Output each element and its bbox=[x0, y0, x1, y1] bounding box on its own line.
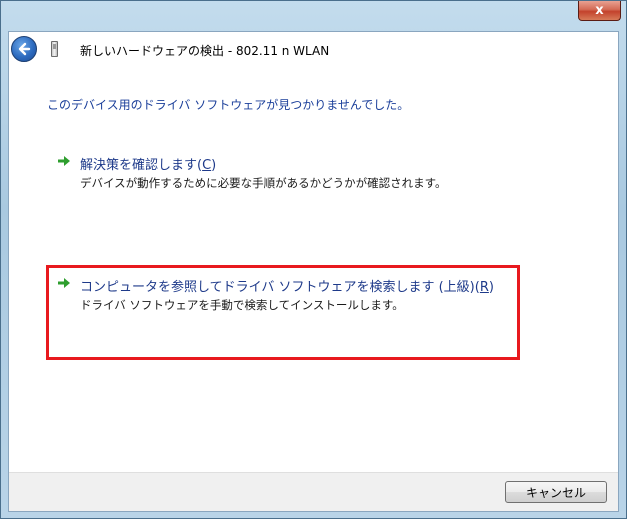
option-find-solution-label: 解決策を確認します bbox=[80, 158, 198, 173]
cancel-button[interactable]: キャンセル bbox=[505, 481, 607, 503]
close-button[interactable]: x bbox=[578, 1, 621, 21]
back-arrow-icon bbox=[18, 42, 31, 56]
back-button[interactable] bbox=[11, 36, 37, 62]
option-browse-driver-description: ドライバ ソフトウェアを手動で検索してインストールします。 bbox=[80, 298, 404, 312]
dialog-content: 新しいハードウェアの検出 - 802.11 n WLAN このデバイス用のドライ… bbox=[8, 31, 619, 512]
option-browse-driver-label: コンピュータを参照してドライバ ソフトウェアを検索します (上級) bbox=[80, 280, 475, 295]
close-icon: x bbox=[595, 3, 604, 18]
green-arrow-icon bbox=[58, 278, 70, 288]
main-instruction: このデバイス用のドライバ ソフトウェアが見つかりませんでした。 bbox=[47, 98, 410, 112]
dialog-title: 新しいハードウェアの検出 - 802.11 n WLAN bbox=[80, 44, 330, 58]
option-find-solution-description: デバイスが動作するために必要な手順があるかどうかが確認されます。 bbox=[80, 176, 447, 190]
title-bar: x bbox=[1, 1, 626, 31]
dialog-footer: キャンセル bbox=[9, 472, 618, 511]
option-browse-driver-accesskey: R bbox=[479, 280, 489, 295]
green-arrow-icon bbox=[58, 156, 70, 166]
option-find-solution-accesskey: C bbox=[202, 158, 212, 173]
option-find-solution-title[interactable]: 解決策を確認します(C) bbox=[80, 154, 216, 173]
hardware-device-icon bbox=[51, 41, 58, 57]
option-browse-driver-title[interactable]: コンピュータを参照してドライバ ソフトウェアを検索します (上級)(R) bbox=[80, 276, 494, 295]
dialog-window: x 新しいハードウェアの検出 - 802.11 n WLAN このデバイス用のド… bbox=[0, 0, 627, 519]
